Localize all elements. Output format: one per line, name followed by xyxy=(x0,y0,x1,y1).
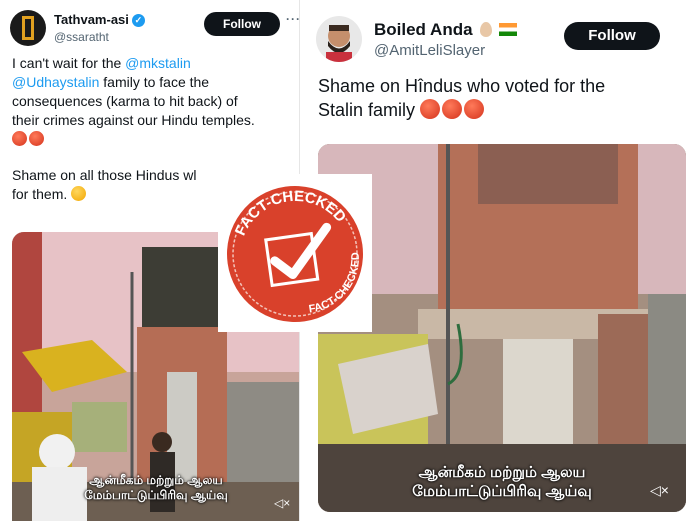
right-user-name[interactable]: Boiled Anda xyxy=(374,20,518,40)
left-tweet-header: Tathvam-asi ✓ @ssaratht Follow ··· xyxy=(0,0,299,60)
crying-face-icon xyxy=(71,186,87,202)
right-follow-button[interactable]: Follow xyxy=(564,22,660,50)
left-more-options-icon[interactable]: ··· xyxy=(286,12,299,26)
fact-checked-seal-icon: FACT-CHECKED FACT-CHECKED xyxy=(227,180,369,322)
right-user-handle[interactable]: @AmitLeliSlayer xyxy=(374,42,485,59)
right-mute-icon[interactable]: ◁× xyxy=(650,482,669,499)
demolition-closeup-image xyxy=(318,144,686,512)
left-user-handle[interactable]: @ssaratht xyxy=(54,30,109,44)
right-user-avatar[interactable] xyxy=(316,16,362,62)
mention-mkstalin[interactable]: @mkstalin xyxy=(125,55,191,71)
right-tweet-video[interactable]: ஆன்மீகம் மற்றும் ஆலய மேம்பாட்டுப்பிரிவு … xyxy=(318,144,686,512)
left-mute-icon[interactable]: ◁× xyxy=(274,496,290,510)
angry-face-icon xyxy=(29,130,44,146)
right-tweet-text: Shame on Hîndus who voted for the Stalin… xyxy=(318,76,606,121)
angry-face-icon xyxy=(420,99,441,120)
india-flag-icon xyxy=(499,23,518,36)
angry-face-icon xyxy=(442,99,463,120)
egg-icon xyxy=(480,22,493,37)
left-video-subtitle: ஆன்மீகம் மற்றும் ஆலய மேம்பாட்டுப்பிரிவு … xyxy=(84,473,228,502)
left-user-avatar[interactable] xyxy=(10,10,46,46)
angry-face-icon xyxy=(464,99,485,120)
left-user-name[interactable]: Tathvam-asi ✓ xyxy=(54,12,145,27)
fact-checked-stamp: FACT-CHECKED FACT-CHECKED xyxy=(218,174,372,332)
verified-badge-icon: ✓ xyxy=(131,14,145,27)
left-follow-button[interactable]: Follow xyxy=(204,12,280,36)
mention-udhaystalin[interactable]: @Udhaystalin xyxy=(12,74,99,90)
angry-face-icon xyxy=(12,130,27,146)
right-video-subtitle: ஆன்மீகம் மற்றும் ஆலய மேம்பாட்டுப்பிரிவு … xyxy=(412,464,592,500)
